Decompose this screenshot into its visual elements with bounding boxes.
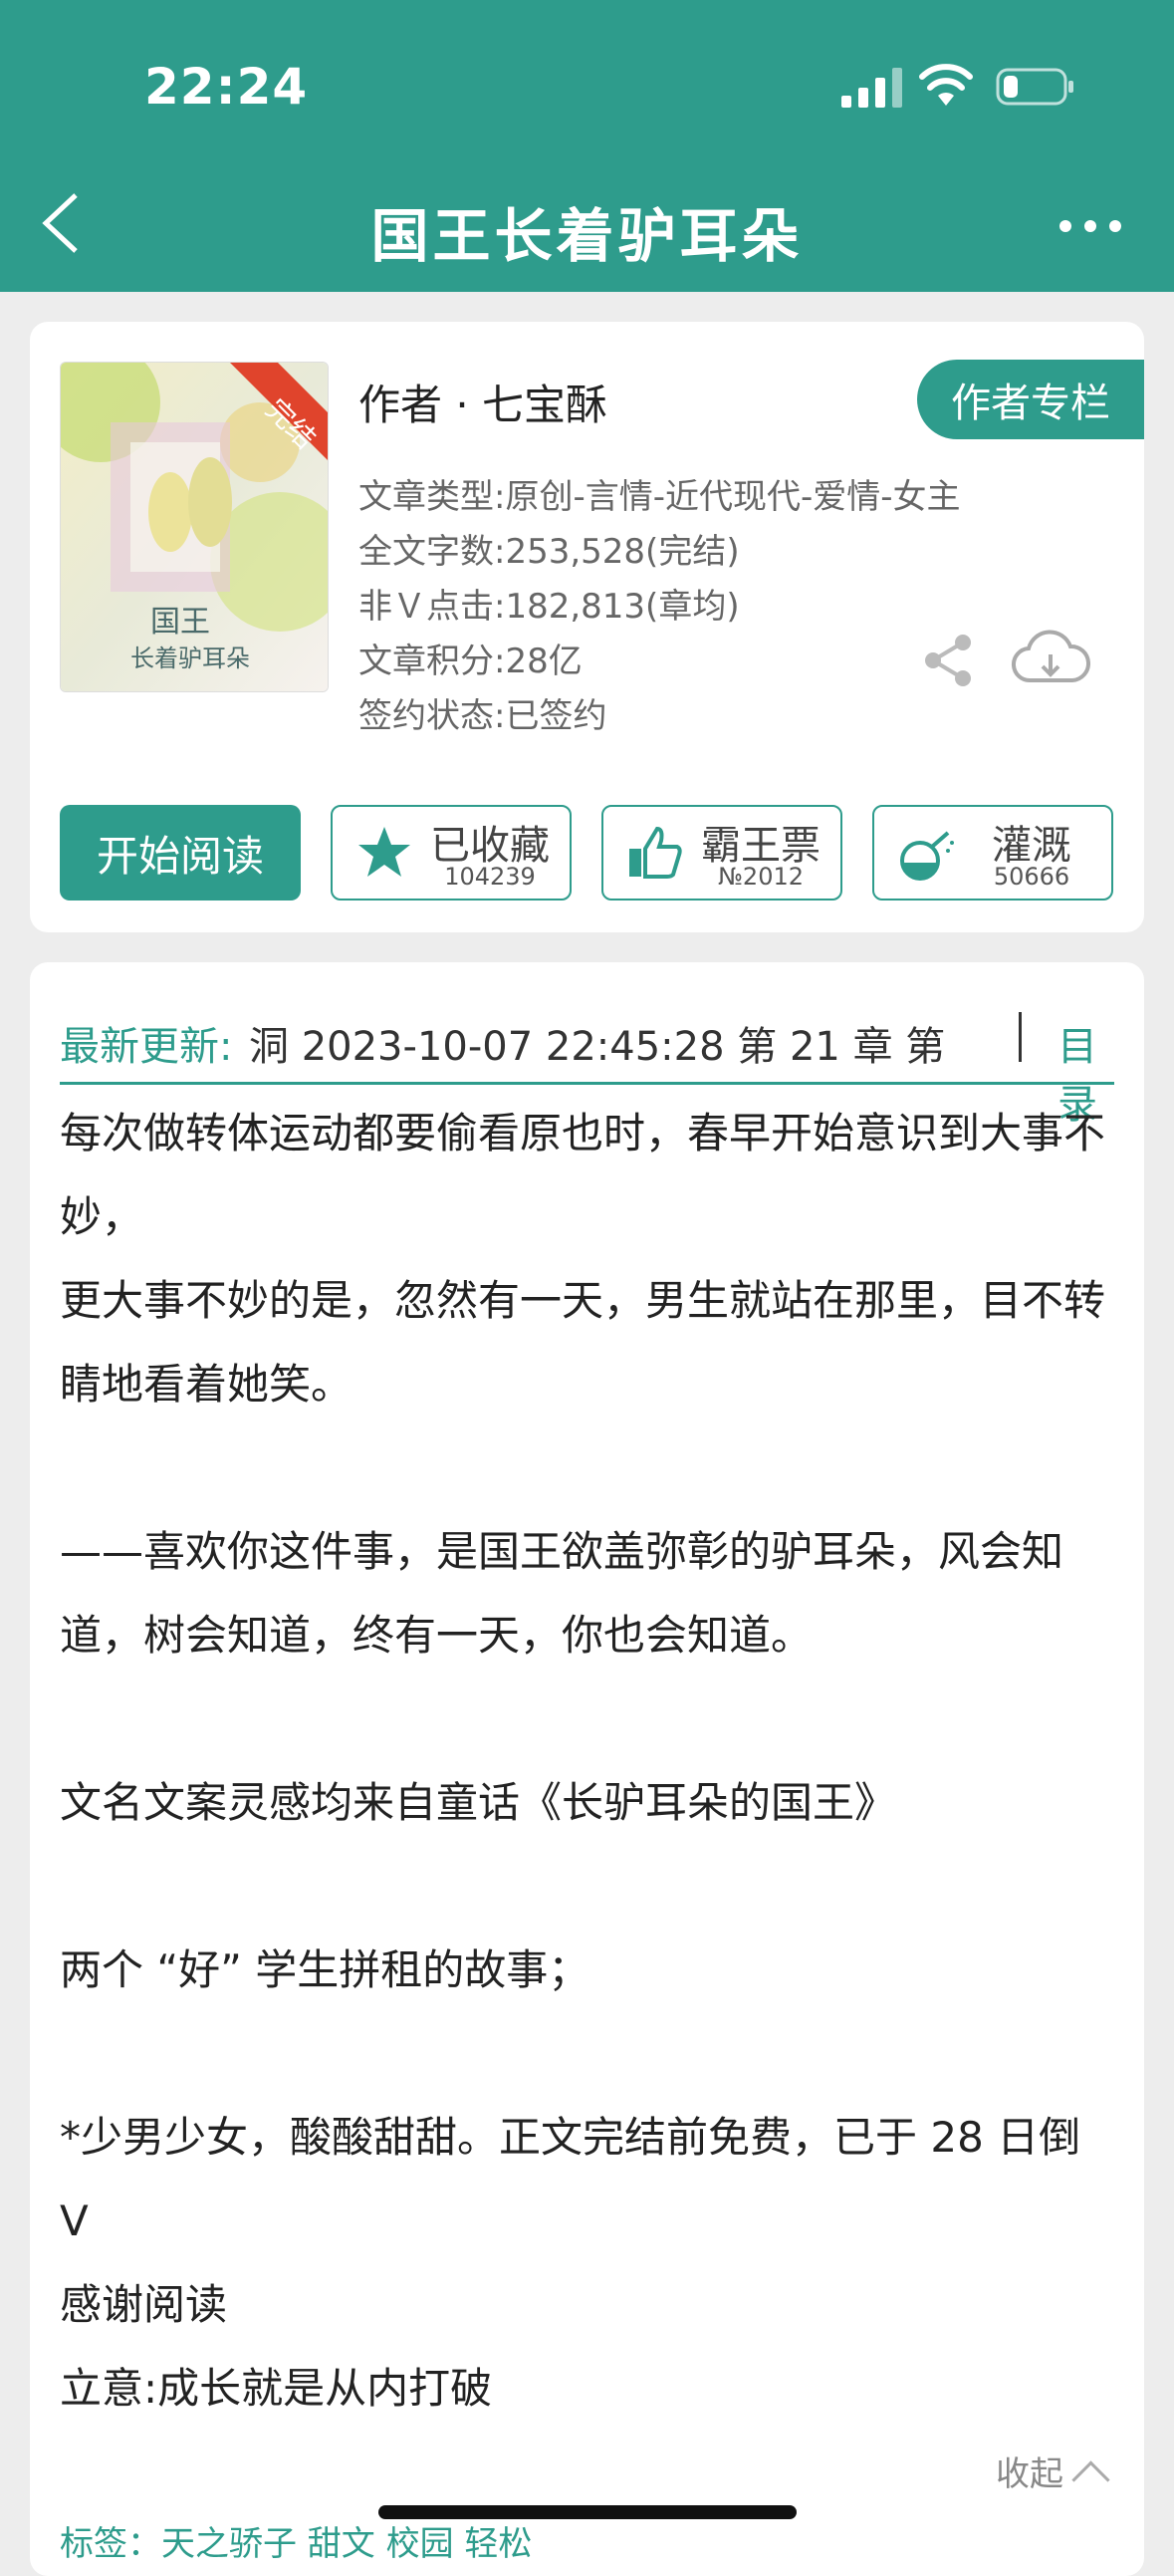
synopsis-line: 感谢阅读	[60, 2280, 228, 2329]
synopsis-line: 两个 “好” 学生拼租的故事；	[60, 1945, 590, 1994]
latest-update-label: 最新更新:	[60, 1024, 233, 1070]
synopsis-spacer	[60, 1677, 1114, 1761]
share-icon[interactable]	[919, 631, 979, 690]
battery-icon	[996, 68, 1073, 106]
meta-word-count: 全文字数:253,528(完结)	[358, 532, 740, 572]
synopsis-line: 更大事不妙的是，忽然有一天，男生就站在那里，目不转睛地看着她笑。	[60, 1276, 1106, 1409]
meta-contract: 签约状态:已签约	[358, 696, 607, 736]
divider	[1019, 1012, 1022, 1062]
meta-score: 文章积分:28亿	[358, 642, 583, 681]
synopsis-spacer	[60, 1426, 1114, 1510]
svg-text:长着驴耳朵: 长着驴耳朵	[130, 644, 250, 672]
synopsis-spacer	[60, 1845, 1114, 1929]
watering-flask-icon	[900, 831, 954, 881]
synopsis-spacer	[60, 2012, 1114, 2096]
water-button[interactable]: 灌溉 50666	[872, 805, 1113, 901]
cover-illustration: 国王 长着驴耳朵 完结	[61, 363, 328, 691]
svg-text:国王: 国王	[150, 605, 210, 640]
status-time: 22:24	[144, 58, 309, 116]
download-cloud-icon[interactable]	[1011, 621, 1090, 700]
synopsis-line: *少男少女，酸酸甜甜。正文完结前免费，已于 28 日倒 V	[60, 2113, 1081, 2245]
page-title: 国王长着驴耳朵	[370, 202, 804, 270]
description-card: 最新更新: 洞 2023-10-07 22:45:28 第 21 章 第 目录 …	[30, 962, 1144, 2576]
meta-genre: 文章类型:原创-言情-近代现代-爱情-女主	[358, 477, 961, 517]
synopsis: 每次做转体运动都要偷看原也时，春早开始意识到大事不妙， 更大事不妙的是，忽然有一…	[60, 1092, 1114, 2431]
latest-update-row[interactable]: 最新更新: 洞 2023-10-07 22:45:28 第 21 章 第 目录	[60, 992, 1114, 1128]
favorite-count: 104239	[444, 863, 536, 891]
ticket-rank: №2012	[717, 863, 805, 891]
synopsis-line: 每次做转体运动都要偷看原也时，春早开始意识到大事不妙，	[60, 1109, 1106, 1241]
meta-clicks: 非Ｖ点击:182,813(章均)	[358, 587, 740, 627]
book-cover[interactable]: 国王 长着驴耳朵 完结	[60, 362, 329, 692]
star-icon	[358, 827, 410, 877]
favorite-button[interactable]: 已收藏 104239	[331, 805, 572, 901]
wifi-icon	[919, 64, 973, 106]
latest-update-text[interactable]: 洞 2023-10-07 22:45:28 第 21 章 第	[249, 1014, 1006, 1072]
synopsis-line: ——喜欢你这件事，是国王欲盖弥彰的驴耳朵，风会知道，树会知道，终有一天，你也会知…	[60, 1527, 1064, 1660]
synopsis-line: 文名文案灵感均来自童话《长驴耳朵的国王》	[60, 1778, 897, 1827]
thumbs-up-icon	[629, 826, 682, 879]
app-header: 22:24 国王长着驴耳朵	[0, 0, 1174, 292]
action-row: 开始阅读 已收藏 104239 霸王票 №2012 灌溉 50666	[60, 805, 1114, 901]
synopsis-line: 立意:成长就是从内打破	[60, 2364, 493, 2413]
collapse-button[interactable]: 收起	[996, 2447, 1110, 2499]
home-indicator[interactable]	[378, 2505, 797, 2519]
cellular-signal-icon	[841, 68, 902, 108]
book-info-card: 国王 长着驴耳朵 完结 作者 · 七宝酥 作者专栏 文章类型:原创-言情-近代现…	[30, 322, 1144, 932]
author-name[interactable]: 作者 · 七宝酥	[358, 372, 607, 432]
start-reading-button[interactable]: 开始阅读	[60, 805, 301, 901]
tags-line[interactable]: 标签：天之骄子 甜文 校园 轻松	[60, 2516, 532, 2565]
collapse-label: 收起	[996, 2454, 1063, 2494]
water-count: 50666	[993, 863, 1070, 891]
more-options-icon[interactable]	[1056, 209, 1125, 243]
overlord-ticket-button[interactable]: 霸王票 №2012	[601, 805, 842, 901]
author-column-button[interactable]: 作者专栏	[917, 360, 1144, 439]
chevron-up-icon	[1071, 2460, 1110, 2499]
